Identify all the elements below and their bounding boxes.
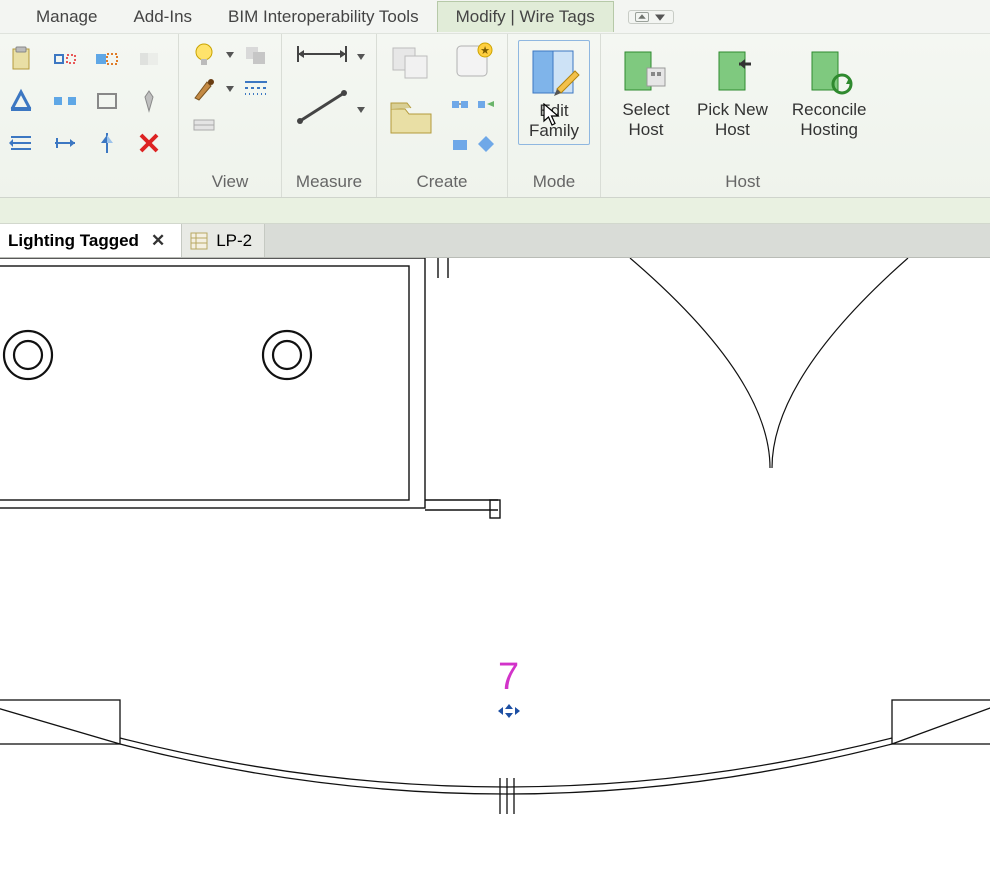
- menu-modify-wire-tags[interactable]: Modify | Wire Tags: [437, 1, 614, 32]
- dimension-dropdown[interactable]: [356, 53, 366, 61]
- panel-label-host: Host: [725, 166, 760, 195]
- edit-family-button[interactable]: Edit Family: [518, 40, 590, 145]
- move-grip-icon[interactable]: [498, 704, 520, 723]
- create-group-icon[interactable]: [387, 40, 435, 89]
- lightbulb-icon[interactable]: [189, 40, 219, 70]
- linework-icon[interactable]: [241, 74, 271, 104]
- project-node-icon[interactable]: [450, 134, 470, 159]
- panel-modify-tools: .: [0, 34, 179, 197]
- menu-addins[interactable]: Add-Ins: [115, 2, 210, 32]
- brush-dropdown[interactable]: [225, 85, 235, 93]
- edit-family-label: Edit Family: [529, 101, 579, 140]
- lightbulb-dropdown[interactable]: [225, 51, 235, 59]
- pick-new-host-label: Pick New Host: [697, 100, 768, 139]
- panel-label-view: View: [212, 166, 249, 195]
- demolish-icon[interactable]: [189, 108, 219, 138]
- create-assembly-icon[interactable]: ★: [449, 40, 497, 89]
- panel-label-measure: Measure: [296, 166, 362, 195]
- load-into-project-node-icon[interactable]: [450, 99, 470, 124]
- paste-icon[interactable]: [4, 40, 38, 78]
- split-element-icon[interactable]: [46, 82, 84, 120]
- cope-icon[interactable]: [46, 40, 84, 78]
- brush-icon[interactable]: [189, 74, 219, 104]
- measure-dropdown[interactable]: [356, 106, 366, 114]
- schedule-icon: [190, 232, 208, 250]
- plan-view-graphics: [0, 258, 990, 871]
- wire-tag-value[interactable]: 7: [498, 656, 519, 699]
- ribbon: .: [0, 34, 990, 198]
- ribbon-minimize-toggle[interactable]: [628, 10, 674, 24]
- diamond-node-icon[interactable]: [476, 134, 496, 159]
- cut-geometry-icon[interactable]: [88, 40, 126, 78]
- panel-host: Select Host Pick New Host Reconcile Host…: [601, 34, 885, 197]
- options-bar: [0, 198, 990, 224]
- close-tab-icon[interactable]: ✕: [147, 231, 169, 251]
- hide-category-icon[interactable]: [241, 40, 271, 70]
- create-similar-folder-icon[interactable]: [387, 97, 435, 142]
- align-dims-icon[interactable]: [4, 124, 38, 162]
- measure-between-icon[interactable]: [292, 85, 352, 134]
- wall-opening-icon[interactable]: [88, 82, 126, 120]
- view-tab-label: LP-2: [216, 231, 252, 251]
- reconcile-hosting-button[interactable]: Reconcile Hosting: [784, 40, 875, 143]
- join-geometry-icon[interactable]: [130, 40, 168, 78]
- view-tabstrip: Lighting Tagged ✕ LP-2: [0, 224, 990, 258]
- pick-new-host-icon: [705, 44, 759, 98]
- aligned-dimension-icon[interactable]: [292, 40, 352, 73]
- pick-new-host-button[interactable]: Pick New Host: [689, 40, 776, 143]
- panel-create: ★ Create: [377, 34, 508, 197]
- array-icon[interactable]: [46, 124, 84, 162]
- menu-manage[interactable]: Manage: [18, 2, 115, 32]
- edit-family-icon: [527, 45, 581, 99]
- reconcile-hosting-icon: [802, 44, 856, 98]
- drawing-canvas[interactable]: 7: [0, 258, 990, 871]
- menu-bim[interactable]: BIM Interoperability Tools: [210, 2, 437, 32]
- pin-icon[interactable]: [130, 82, 168, 120]
- select-host-button[interactable]: Select Host: [611, 40, 681, 143]
- panel-mode: Edit Family Mode: [508, 34, 601, 197]
- svg-text:★: ★: [480, 45, 490, 57]
- menubar: Manage Add-Ins BIM Interoperability Tool…: [0, 0, 990, 34]
- select-host-label: Select Host: [622, 100, 669, 139]
- panel-label-mode: Mode: [533, 166, 576, 195]
- delete-icon[interactable]: [130, 124, 168, 162]
- match-type-icon[interactable]: [4, 82, 38, 120]
- view-tab-lighting-tagged[interactable]: Lighting Tagged ✕: [0, 224, 182, 257]
- mirror-icon[interactable]: [88, 124, 126, 162]
- chevron-up-box-icon: [635, 12, 649, 22]
- view-tab-lp2[interactable]: LP-2: [182, 224, 265, 257]
- panel-measure: Measure: [282, 34, 377, 197]
- view-tab-label: Lighting Tagged: [8, 231, 139, 251]
- reconcile-hosting-label: Reconcile Hosting: [792, 100, 867, 139]
- load-as-group-arrow-icon[interactable]: [476, 99, 496, 124]
- panel-view: View: [179, 34, 282, 197]
- panel-label-create: Create: [416, 166, 467, 195]
- caret-down-icon: [653, 12, 667, 22]
- select-host-icon: [619, 44, 673, 98]
